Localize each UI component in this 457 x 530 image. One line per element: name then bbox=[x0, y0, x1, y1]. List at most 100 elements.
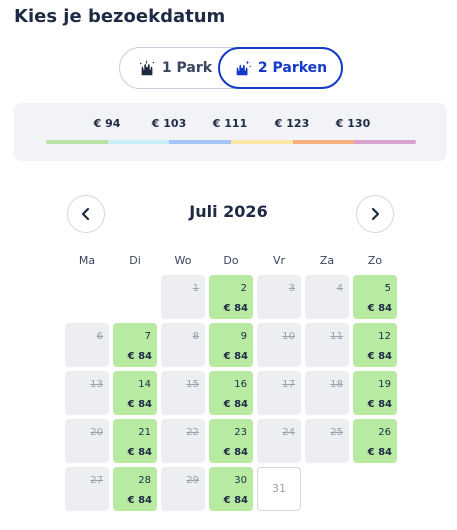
day-number: 8 bbox=[192, 331, 199, 342]
day-number: 15 bbox=[186, 379, 199, 390]
price-color-segment bbox=[354, 140, 416, 144]
day-number: 13 bbox=[90, 379, 103, 390]
castle-sparkle-icon bbox=[236, 60, 252, 76]
calendar-day-8: 8 bbox=[161, 323, 205, 367]
day-number: 30 bbox=[234, 475, 247, 486]
day-number: 7 bbox=[144, 331, 151, 342]
price-color-segment bbox=[292, 140, 355, 144]
day-number: 1 bbox=[192, 283, 199, 294]
weekday-label: Ma bbox=[78, 254, 96, 267]
calendar-day-5[interactable]: 5 € 84 bbox=[353, 275, 397, 319]
price-label: € 130 bbox=[335, 117, 371, 130]
day-number: 6 bbox=[96, 331, 103, 342]
day-number: 12 bbox=[378, 331, 391, 342]
calendar-day-28[interactable]: 28 € 84 bbox=[113, 467, 157, 511]
day-number: 3 bbox=[288, 283, 295, 294]
price-color-segment bbox=[169, 140, 232, 144]
calendar-day-17: 17 bbox=[257, 371, 301, 415]
day-number: 31 bbox=[272, 482, 286, 495]
calendar-day-3: 3 bbox=[257, 275, 301, 319]
price-color-segment bbox=[46, 140, 108, 144]
calendar-day-6: 6 bbox=[65, 323, 109, 367]
day-number: 11 bbox=[330, 331, 343, 342]
calendar-day-12[interactable]: 12 € 84 bbox=[353, 323, 397, 367]
day-number: 5 bbox=[384, 283, 391, 294]
one-park-label: 1 Park bbox=[161, 60, 213, 76]
calendar-day-29: 29 bbox=[161, 467, 205, 511]
day-price: € 84 bbox=[367, 351, 392, 362]
calendar-day-25: 25 bbox=[305, 419, 349, 463]
calendar-day-30[interactable]: 30 € 84 bbox=[209, 467, 253, 511]
weekday-label: Za bbox=[319, 254, 335, 267]
day-number: 17 bbox=[282, 379, 295, 390]
two-parks-label: 2 Parken bbox=[257, 60, 328, 76]
price-color-segment bbox=[231, 140, 293, 144]
day-price: € 84 bbox=[127, 495, 152, 506]
next-month-button[interactable] bbox=[356, 195, 394, 233]
weekday-label: Zo bbox=[367, 254, 383, 267]
calendar-day-11: 11 bbox=[305, 323, 349, 367]
calendar-day-14[interactable]: 14 € 84 bbox=[113, 371, 157, 415]
park-toggle: 1 Park 2 Parken bbox=[119, 47, 343, 89]
price-label: € 123 bbox=[274, 117, 310, 130]
calendar-day-2[interactable]: 2 € 84 bbox=[209, 275, 253, 319]
day-price: € 84 bbox=[223, 351, 248, 362]
price-label: € 103 bbox=[151, 117, 187, 130]
calendar-day-23[interactable]: 23 € 84 bbox=[209, 419, 253, 463]
calendar-day-7[interactable]: 7 € 84 bbox=[113, 323, 157, 367]
day-number: 14 bbox=[138, 379, 151, 390]
day-number: 10 bbox=[282, 331, 295, 342]
calendar-day-16[interactable]: 16 € 84 bbox=[209, 371, 253, 415]
calendar-day-27: 27 bbox=[65, 467, 109, 511]
day-number: 19 bbox=[378, 379, 391, 390]
day-number: 23 bbox=[234, 427, 247, 438]
day-number: 28 bbox=[138, 475, 151, 486]
day-number: 20 bbox=[90, 427, 103, 438]
calendar-day-18: 18 bbox=[305, 371, 349, 415]
day-number: 21 bbox=[138, 427, 151, 438]
day-number: 24 bbox=[282, 427, 295, 438]
weekday-label: Do bbox=[223, 254, 239, 267]
calendar-day-21[interactable]: 21 € 84 bbox=[113, 419, 157, 463]
day-price: € 84 bbox=[367, 399, 392, 410]
day-number: 2 bbox=[240, 283, 247, 294]
calendar-day-22: 22 bbox=[161, 419, 205, 463]
day-number: 27 bbox=[90, 475, 103, 486]
calendar-day-4: 4 bbox=[305, 275, 349, 319]
calendar-day-15: 15 bbox=[161, 371, 205, 415]
day-price: € 84 bbox=[223, 303, 248, 314]
calendar-day-10: 10 bbox=[257, 323, 301, 367]
price-label: € 94 bbox=[93, 117, 121, 130]
two-parks-button[interactable]: 2 Parken bbox=[218, 47, 343, 89]
calendar-day-31: 31 bbox=[257, 467, 301, 511]
day-price: € 84 bbox=[367, 303, 392, 314]
calendar-day-24: 24 bbox=[257, 419, 301, 463]
day-price: € 84 bbox=[127, 399, 152, 410]
calendar-day-19[interactable]: 19 € 84 bbox=[353, 371, 397, 415]
one-park-button[interactable]: 1 Park bbox=[128, 47, 222, 89]
day-price: € 84 bbox=[223, 399, 248, 410]
calendar-day-1: 1 bbox=[161, 275, 205, 319]
calendar-day-20: 20 bbox=[65, 419, 109, 463]
day-price: € 84 bbox=[223, 495, 248, 506]
day-number: 18 bbox=[330, 379, 343, 390]
day-price: € 84 bbox=[223, 447, 248, 458]
day-price: € 84 bbox=[127, 351, 152, 362]
day-number: 25 bbox=[330, 427, 343, 438]
calendar-day-9[interactable]: 9 € 84 bbox=[209, 323, 253, 367]
price-label: € 111 bbox=[212, 117, 248, 130]
price-legend: € 94 € 103 € 111 € 123 € 130 bbox=[14, 103, 447, 161]
day-number: 26 bbox=[378, 427, 391, 438]
day-price: € 84 bbox=[367, 447, 392, 458]
chevron-right-icon bbox=[371, 207, 380, 221]
weekday-label: Wo bbox=[174, 254, 192, 267]
calendar-day-26[interactable]: 26 € 84 bbox=[353, 419, 397, 463]
price-color-bar bbox=[46, 140, 416, 144]
day-number: 16 bbox=[234, 379, 247, 390]
price-color-segment bbox=[107, 140, 170, 144]
weekday-label: Di bbox=[129, 254, 141, 267]
day-number: 4 bbox=[336, 283, 343, 294]
weekday-label: Vr bbox=[272, 254, 286, 267]
day-number: 9 bbox=[240, 331, 247, 342]
day-number: 29 bbox=[186, 475, 199, 486]
